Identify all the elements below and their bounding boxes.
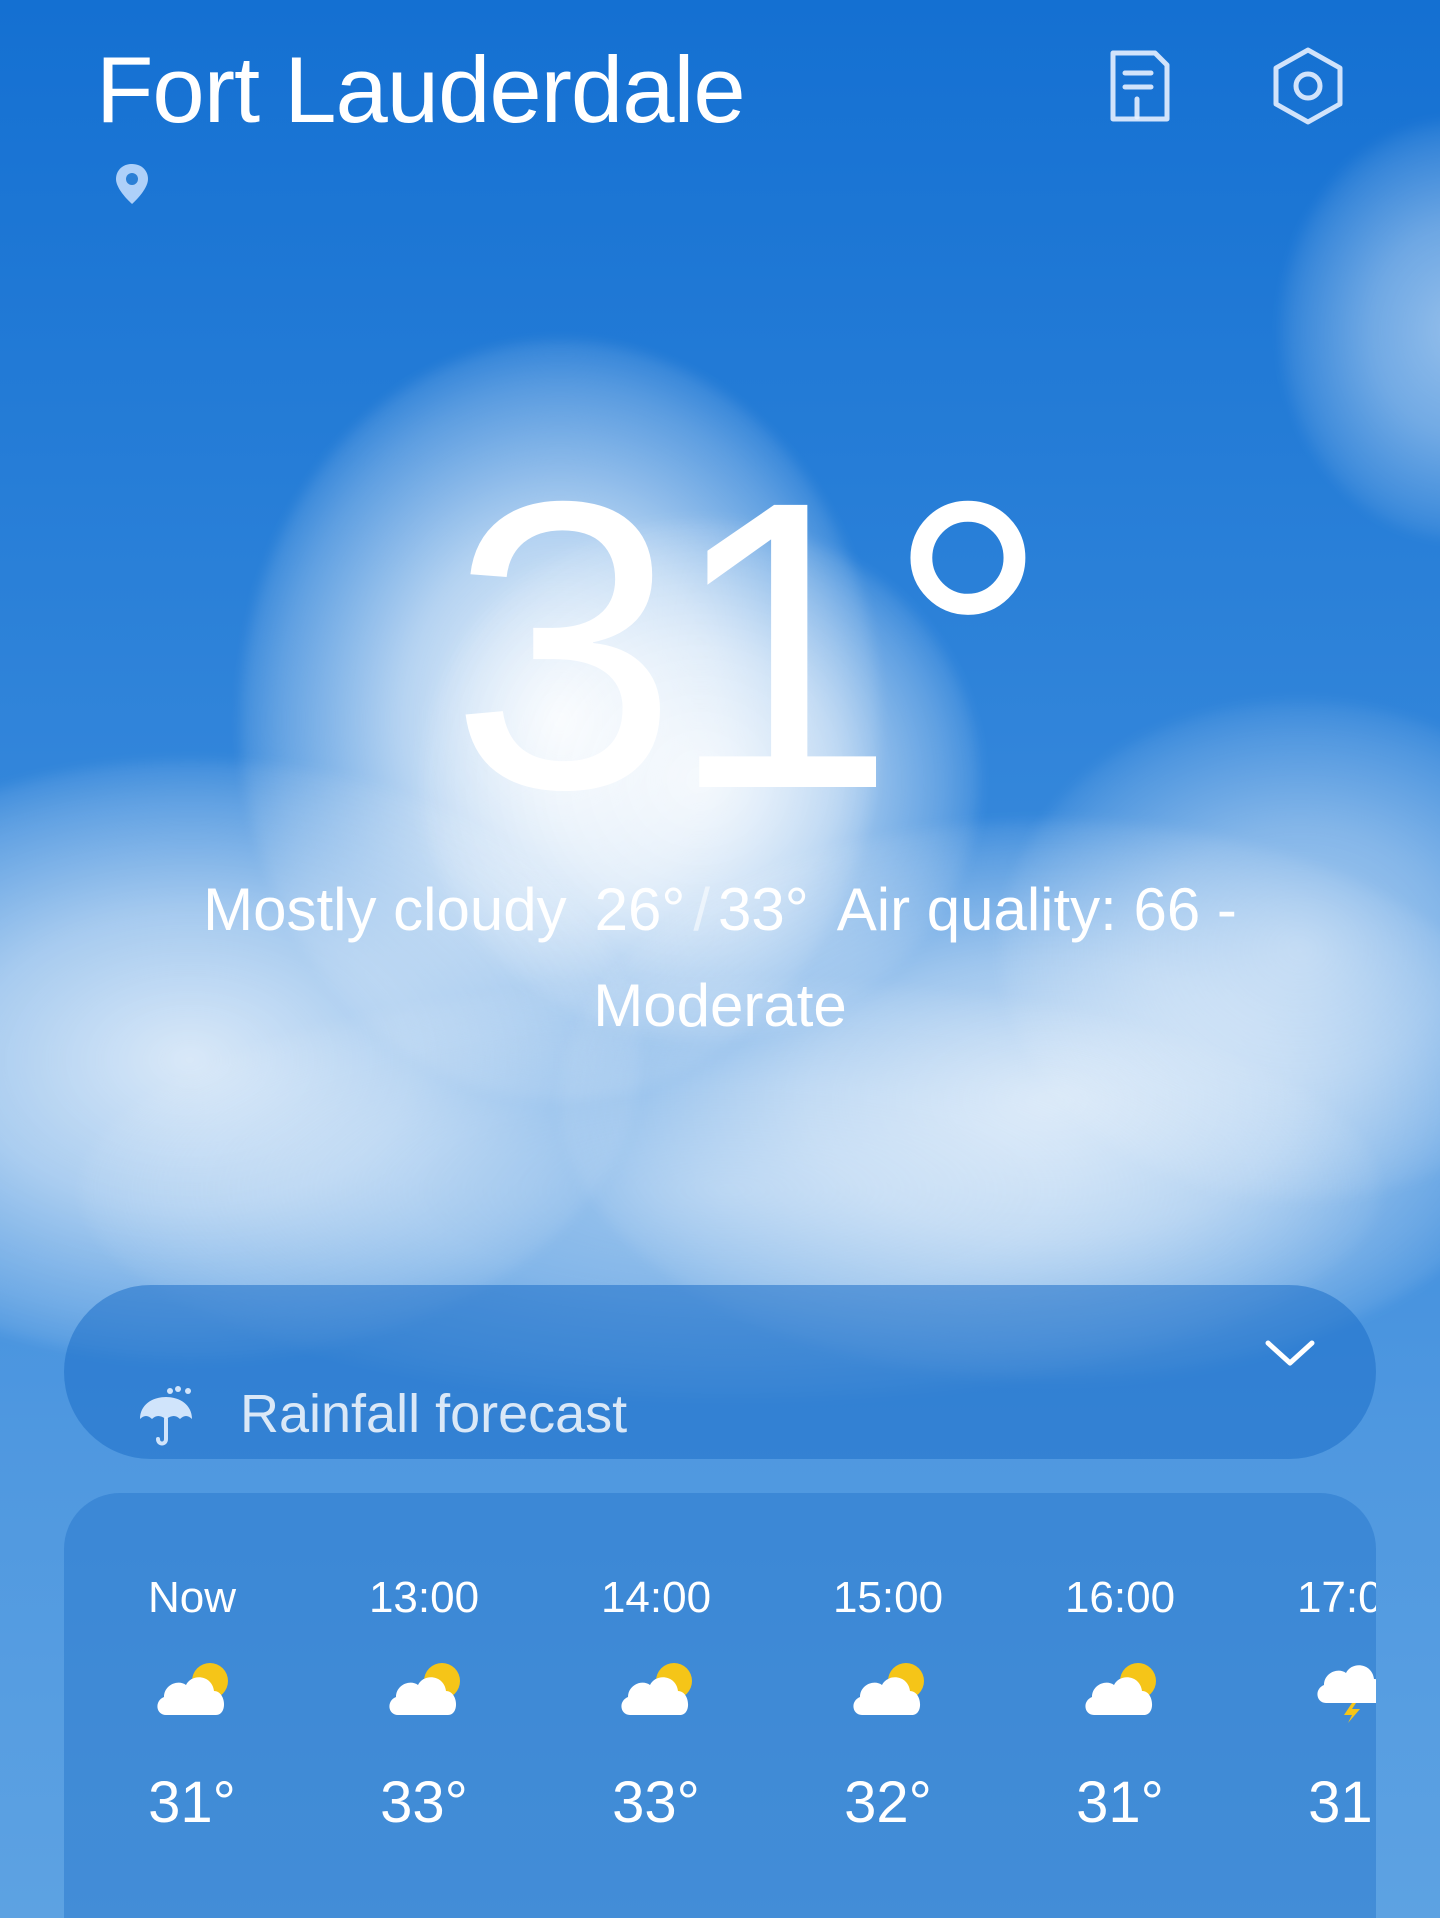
weather-screen: Fort Lauderdale 31° Mostly cloudy 26° / … bbox=[0, 0, 1440, 1918]
hourly-item[interactable]: 14:00 33° bbox=[556, 1493, 756, 1918]
hourly-temp: 31° bbox=[1308, 1770, 1376, 1835]
hourly-time: 16:00 bbox=[1064, 1573, 1176, 1622]
hourly-forecast[interactable]: Now 31° 13:00 33° 14:00 33° 15:00 32° 16… bbox=[64, 1493, 1376, 1918]
low-temp: 26° bbox=[594, 876, 686, 943]
hourly-item[interactable]: 16:00 31° bbox=[1020, 1493, 1220, 1918]
high-temp: 33° bbox=[717, 876, 809, 943]
hourly-item[interactable]: 13:00 33° bbox=[324, 1493, 524, 1918]
hourly-time: Now bbox=[147, 1573, 237, 1622]
partly-cloudy-icon bbox=[616, 1653, 700, 1723]
hourly-time: 13:00 bbox=[368, 1573, 480, 1622]
hourly-temp: 31° bbox=[148, 1770, 236, 1835]
hourly-item[interactable]: 15:00 32° bbox=[788, 1493, 988, 1918]
hourly-time: 14:00 bbox=[600, 1573, 712, 1622]
condition-text: Mostly cloudy bbox=[203, 876, 567, 943]
rainfall-forecast-label: Rainfall forecast bbox=[240, 1384, 628, 1444]
hourly-temp: 33° bbox=[380, 1770, 468, 1835]
header: Fort Lauderdale bbox=[0, 0, 1440, 220]
umbrella-icon bbox=[134, 1385, 200, 1451]
settings-button[interactable] bbox=[1266, 44, 1350, 128]
gear-icon bbox=[1273, 47, 1343, 125]
hourly-time: 15:00 bbox=[832, 1573, 944, 1622]
chevron-down-icon[interactable] bbox=[1260, 1333, 1320, 1373]
hourly-item[interactable]: 17:00 31° bbox=[1252, 1493, 1376, 1918]
location-pin-icon bbox=[112, 162, 152, 206]
document-icon bbox=[1110, 50, 1170, 122]
partly-cloudy-icon bbox=[848, 1653, 932, 1723]
city-name[interactable]: Fort Lauderdale bbox=[96, 38, 746, 142]
weather-summary: Mostly cloudy 26°/33° Air quality: 66 - Mo… bbox=[100, 862, 1340, 1054]
news-button[interactable] bbox=[1098, 44, 1182, 128]
partly-cloudy-icon bbox=[384, 1653, 468, 1723]
current-temperature-value: 31° bbox=[449, 416, 1050, 874]
partly-cloudy-icon bbox=[1080, 1653, 1164, 1723]
partly-cloudy-icon bbox=[152, 1653, 236, 1723]
current-temperature: 31° bbox=[0, 440, 1440, 850]
air-quality-level[interactable]: Moderate bbox=[593, 972, 846, 1039]
air-quality-text[interactable]: Air quality: 66 - bbox=[837, 876, 1237, 943]
temp-separator: / bbox=[693, 876, 710, 943]
hourly-item[interactable]: Now 31° bbox=[92, 1493, 292, 1918]
rainfall-forecast-card[interactable]: Rainfall forecast bbox=[64, 1285, 1376, 1459]
hourly-temp: 31° bbox=[1076, 1770, 1164, 1835]
hourly-temp: 32° bbox=[844, 1770, 932, 1835]
hourly-temp: 33° bbox=[612, 1770, 700, 1835]
hourly-time: 17:00 bbox=[1296, 1573, 1376, 1622]
thunderstorm-icon bbox=[1312, 1653, 1376, 1723]
